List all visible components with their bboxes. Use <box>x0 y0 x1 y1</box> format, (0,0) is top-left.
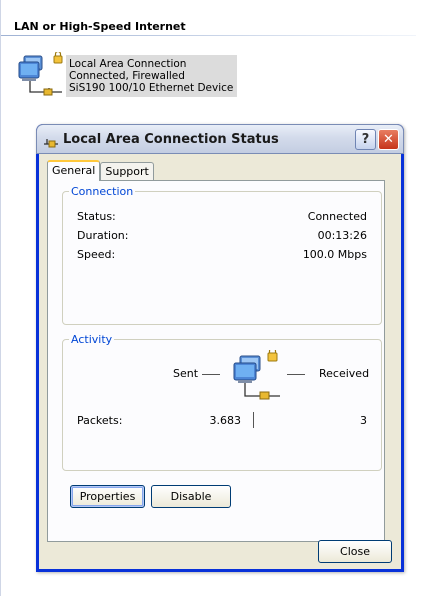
sent-label: Sent <box>173 367 199 380</box>
received-label: Received <box>319 367 370 380</box>
status-dialog: Local Area Connection Status ? ✕ General… <box>36 124 404 572</box>
connection-group: Connection Status: Connected Duration: 0… <box>62 185 382 325</box>
disable-button-label: Disable <box>170 490 212 503</box>
sent-dash <box>202 374 220 375</box>
activity-group: Activity Sent Received Packets: 3.683 3 <box>62 333 382 471</box>
connection-item-text: Local Area Connection Connected, Firewal… <box>66 55 238 97</box>
close-icon[interactable]: ✕ <box>378 129 399 150</box>
status-value: Connected <box>307 210 367 223</box>
dialog-titlebar[interactable]: Local Area Connection Status ? ✕ <box>36 124 404 154</box>
connection-status: Connected, Firewalled <box>69 70 185 82</box>
dialog-client-area: General Support Connection Status: Conne… <box>39 154 401 569</box>
status-row: Status: Connected <box>77 210 367 223</box>
tab-general[interactable]: General <box>47 160 101 181</box>
connection-name: Local Area Connection <box>69 58 187 70</box>
properties-button[interactable]: Properties <box>70 485 145 508</box>
connection-group-legend: Connection <box>71 185 134 198</box>
connection-device: SiS190 100/10 Ethernet Device <box>69 82 234 94</box>
network-connection-icon <box>16 50 66 100</box>
left-border <box>0 0 1 596</box>
received-dash <box>287 374 305 375</box>
duration-row: Duration: 00:13:26 <box>77 229 367 242</box>
tab-strip: General Support <box>47 160 154 181</box>
help-button[interactable]: ? <box>355 129 376 150</box>
close-button-label: Close <box>340 545 370 558</box>
connection-item-local-area[interactable]: Local Area Connection Connected, Firewal… <box>16 50 238 100</box>
tab-panel-general: Connection Status: Connected Duration: 0… <box>47 180 385 542</box>
section-divider <box>1 35 416 36</box>
duration-label: Duration: <box>77 229 129 242</box>
activity-computers-icon <box>230 347 282 407</box>
dialog-title: Local Area Connection Status <box>63 132 279 147</box>
network-connections-page: LAN or High-Speed Internet Local Area Co… <box>0 0 427 596</box>
duration-value: 00:13:26 <box>317 229 367 242</box>
speed-value: 100.0 Mbps <box>302 248 367 261</box>
packets-label: Packets: <box>77 414 123 427</box>
speed-row: Speed: 100.0 Mbps <box>77 248 367 261</box>
properties-button-label: Properties <box>79 490 136 503</box>
packets-received-value: 3 <box>360 414 367 427</box>
speed-label: Speed: <box>77 248 116 261</box>
packets-divider <box>253 412 254 428</box>
status-label: Status: <box>77 210 116 223</box>
disable-button[interactable]: Disable <box>151 485 231 508</box>
tab-support[interactable]: Support <box>100 162 154 180</box>
packets-sent-value: 3.683 <box>209 414 242 427</box>
close-button[interactable]: Close <box>318 540 392 563</box>
activity-group-legend: Activity <box>71 333 113 346</box>
network-plug-icon <box>42 131 60 149</box>
section-title: LAN or High-Speed Internet <box>14 20 186 33</box>
